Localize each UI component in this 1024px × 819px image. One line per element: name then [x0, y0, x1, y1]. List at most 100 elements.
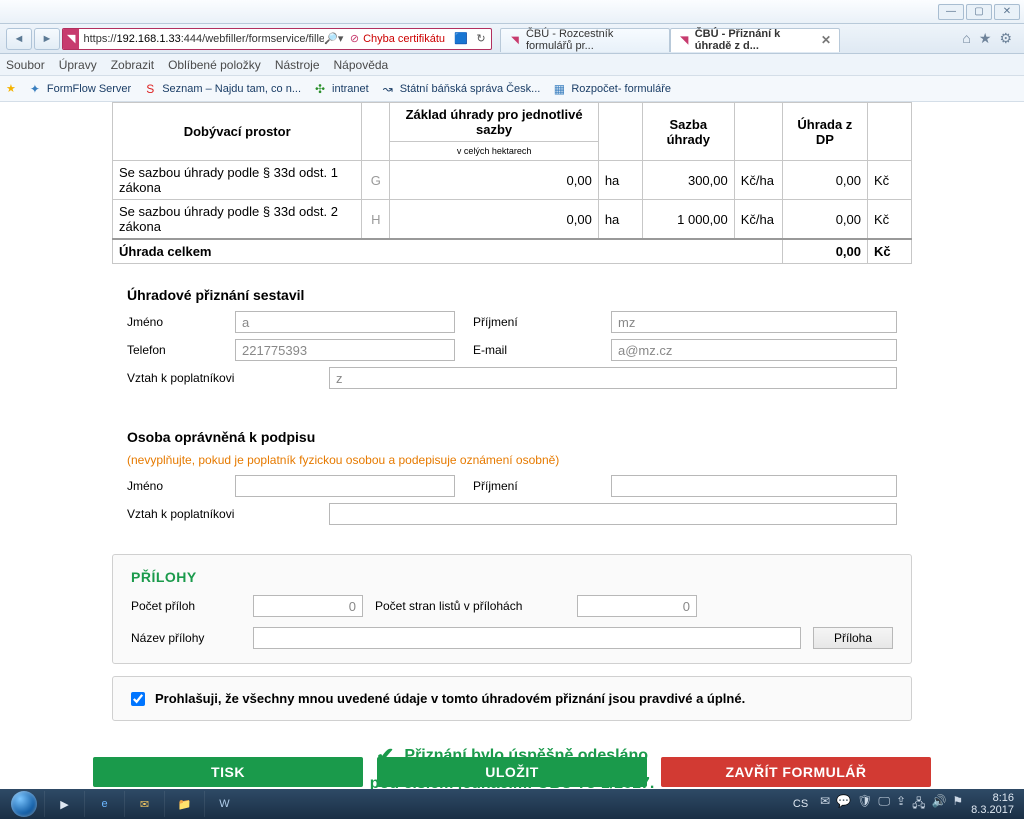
browser-tab-2[interactable]: ◥ ČBÚ - Přiznání k úhradě z d... ✕ [670, 28, 840, 52]
favorites-star-icon[interactable]: ★ [6, 82, 16, 95]
tab-label: ČBÚ - Rozcestník formulářů pr... [526, 28, 661, 52]
lock-warning-icon: ◥ [63, 29, 79, 49]
nav-back-button[interactable]: ◄ [6, 28, 32, 50]
label-telefon: Telefon [127, 343, 217, 357]
input-email[interactable] [611, 339, 897, 361]
tray-net-icon[interactable]: 🖧 [912, 794, 925, 815]
section-title: PŘÍLOHY [131, 569, 893, 585]
col-zaklad-sub: v celých hektarech [390, 142, 598, 161]
label-vztah: Vztah k poplatníkovi [127, 371, 317, 385]
label-email: E-mail [473, 343, 593, 357]
label-vztah: Vztah k poplatníkovi [127, 507, 317, 521]
home-icon[interactable]: ⌂ [962, 30, 970, 47]
action-button-bar: TISK ULOŽIT ZAVŘÍT FORMULÁŘ [0, 757, 1024, 787]
taskbar-explorer-icon[interactable]: 📁 [164, 791, 204, 817]
table-row: Se sazbou úhrady podle § 33d odst. 2 zák… [113, 200, 912, 240]
menu-oblibene[interactable]: Oblíbené položky [168, 58, 261, 72]
browser-address-row: ◄ ► ◥ https://192.168.1.33:444/webfiller… [0, 24, 1024, 54]
taskbar-ie-icon[interactable]: e [84, 791, 124, 817]
attach-button[interactable]: Příloha [813, 627, 893, 649]
tray-vol-icon[interactable]: 🔊 [931, 794, 946, 815]
browser-tab-1[interactable]: ◥ ČBÚ - Rozcestník formulářů pr... [500, 28, 670, 52]
tray-clock[interactable]: 8:16 8.3.2017 [971, 792, 1014, 816]
menu-zobrazit[interactable]: Zobrazit [111, 58, 154, 72]
calculation-table: Dobývací prostor Základ úhrady pro jedno… [112, 102, 912, 264]
tray-shield-icon[interactable]: 🛡 [857, 794, 872, 815]
input-podpis-vztah[interactable] [329, 503, 897, 525]
window-maximize-button[interactable]: ▢ [966, 4, 992, 20]
col-dp: Dobývací prostor [113, 103, 362, 161]
system-tray: CS ✉ 💬 🛡 🖵 ⇪ 🖧 🔊 ⚑ 8:16 8.3.2017 [789, 792, 1020, 816]
start-button[interactable] [4, 789, 44, 819]
section-title: Osoba oprávněná k podpisu [127, 429, 897, 445]
tray-screen-icon[interactable]: 🖵 [878, 794, 890, 815]
input-podpis-jmeno[interactable] [235, 475, 455, 497]
tab-label: ČBÚ - Přiznání k úhradě z d... [695, 28, 812, 52]
menu-nastroje[interactable]: Nástroje [275, 58, 320, 72]
input-pocet-priloh[interactable] [253, 595, 363, 617]
declaration-checkbox[interactable] [131, 692, 145, 706]
cert-error-badge[interactable]: Chyba certifikátu [344, 32, 451, 45]
tab-strip: ◥ ČBÚ - Rozcestník formulářů pr... ◥ ČBÚ… [500, 26, 840, 52]
taskbar-outlook-icon[interactable]: ✉ [124, 791, 164, 817]
search-dropdown-icon[interactable]: 🔎▾ [324, 32, 344, 45]
favicon-icon: ◥ [509, 33, 521, 47]
input-vztah[interactable] [329, 367, 897, 389]
label-jmeno: Jméno [127, 479, 217, 493]
language-indicator[interactable]: CS [789, 798, 812, 810]
browser-menubar: Soubor Úpravy Zobrazit Oblíbené položky … [0, 54, 1024, 76]
menu-upravy[interactable]: Úpravy [59, 58, 97, 72]
favorites-icon[interactable]: ★ [979, 30, 992, 47]
menu-soubor[interactable]: Soubor [6, 58, 45, 72]
menu-napoveda[interactable]: Nápověda [334, 58, 389, 72]
col-zaklad: Základ úhrady pro jednotlivé sazby [390, 103, 598, 142]
tools-icon[interactable]: ⚙ [999, 30, 1012, 47]
input-telefon[interactable] [235, 339, 455, 361]
save-button[interactable]: ULOŽIT [377, 757, 647, 787]
bookmark-rozpocet[interactable]: ▦Rozpočet- formuláře [552, 82, 671, 96]
address-bar[interactable]: ◥ https://192.168.1.33:444/webfiller/for… [62, 28, 492, 50]
print-button[interactable]: TISK [93, 757, 363, 787]
favicon-icon: ◥ [679, 33, 690, 47]
input-nazev-prilohy[interactable] [253, 627, 801, 649]
window-titlebar: — ▢ ✕ [0, 0, 1024, 24]
close-form-button[interactable]: ZAVŘÍT FORMULÁŘ [661, 757, 931, 787]
declaration-text: Prohlašuji, že všechny mnou uvedené údaj… [155, 691, 745, 706]
bookmark-seznam[interactable]: SSeznam – Najdu tam, co n... [143, 82, 301, 96]
input-jmeno[interactable] [235, 311, 455, 333]
bookmarks-bar: ★ ✦FormFlow Server SSeznam – Najdu tam, … [0, 76, 1024, 102]
label-nazev-prilohy: Název přílohy [131, 631, 241, 645]
section-sestavil: Úhradové přiznání sestavil Jméno Příjmen… [112, 276, 912, 406]
section-prilohy: PŘÍLOHY Počet příloh Počet stran listů v… [112, 554, 912, 664]
taskbar-mediaplayer-icon[interactable]: ▶ [44, 791, 84, 817]
taskbar-word-icon[interactable]: W [204, 791, 244, 817]
nav-forward-button[interactable]: ► [34, 28, 60, 50]
table-total-row: Úhrada celkem 0,00 Kč [113, 239, 912, 264]
col-uhrada: Úhrada z DP [782, 103, 867, 161]
podpis-hint: (nevyplňujte, pokud je poplatník fyzicko… [127, 453, 897, 467]
tab-close-icon[interactable]: ✕ [821, 33, 831, 47]
window-close-button[interactable]: ✕ [994, 4, 1020, 20]
window-minimize-button[interactable]: — [938, 4, 964, 20]
bookmark-sbs[interactable]: ↝Státní báňská správa Česk... [381, 82, 541, 96]
label-jmeno: Jméno [127, 315, 217, 329]
label-pocet-priloh: Počet příloh [131, 599, 241, 613]
input-podpis-prijmeni[interactable] [611, 475, 897, 497]
addon-icon[interactable]: 🟦 [451, 32, 471, 45]
section-declaration: Prohlašuji, že všechny mnou uvedené údaj… [112, 676, 912, 721]
tray-flag-icon[interactable]: ⚑ [952, 794, 963, 815]
col-sazba: Sazba úhrady [642, 103, 734, 161]
input-prijmeni[interactable] [611, 311, 897, 333]
section-podpis: Osoba oprávněná k podpisu (nevyplňujte, … [112, 418, 912, 542]
tray-mail-icon[interactable]: ✉ [820, 794, 830, 815]
refresh-icon[interactable]: ↻ [471, 32, 491, 45]
bookmark-formflow[interactable]: ✦FormFlow Server [28, 82, 131, 96]
tray-device-icon[interactable]: ⇪ [896, 794, 906, 815]
tray-msg-icon[interactable]: 💬 [836, 794, 851, 815]
browser-right-icons: ⌂ ★ ⚙ [962, 30, 1018, 47]
page-content: Dobývací prostor Základ úhrady pro jedno… [0, 102, 1024, 789]
bookmark-intranet[interactable]: ✣intranet [313, 82, 369, 96]
label-prijmeni: Příjmení [473, 479, 593, 493]
input-pocet-stran[interactable] [577, 595, 697, 617]
windows-taskbar: ▶ e ✉ 📁 W CS ✉ 💬 🛡 🖵 ⇪ 🖧 🔊 ⚑ 8:16 8.3.20… [0, 789, 1024, 819]
